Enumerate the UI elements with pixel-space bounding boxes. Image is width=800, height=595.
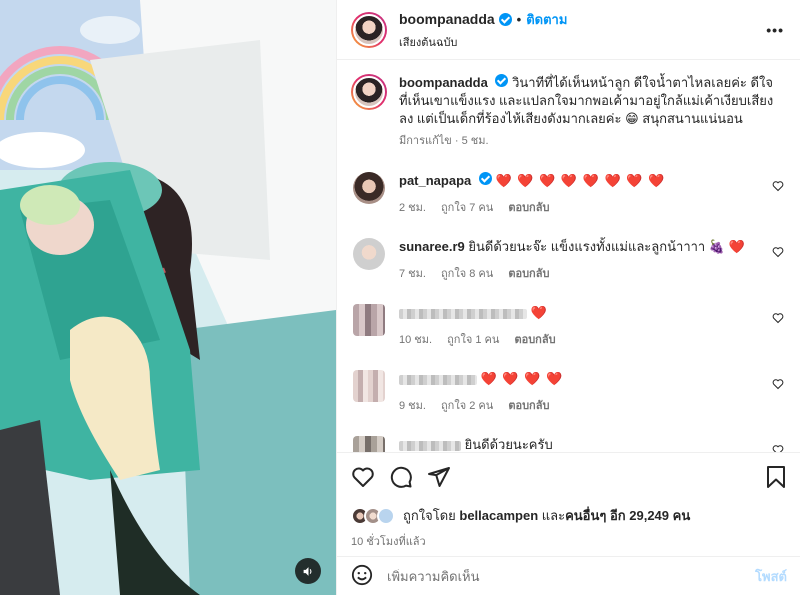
comment-text: ❤️ (530, 305, 548, 320)
avatar[interactable] (353, 304, 385, 336)
comment-likes[interactable]: ถูกใจ 1 คน (447, 334, 499, 346)
liker-username[interactable]: bellacampen (459, 508, 538, 523)
save-button[interactable] (765, 465, 787, 489)
verified-icon (478, 172, 492, 185)
blurred-username (399, 308, 527, 319)
post-header: boompanadda • ติดตาม เสียงต้นฉบับ ••• (337, 0, 800, 60)
avatar[interactable] (353, 370, 385, 402)
likes-others[interactable]: คนอื่นๆ อีก 29,249 คน (565, 505, 690, 526)
author-username[interactable]: boompanadda (399, 11, 495, 27)
avatar[interactable] (351, 74, 387, 110)
comment-item: pat_napapa ❤️ ❤️ ❤️ ❤️ ❤️ ❤️ ❤️ ❤️ 2 ชม.… (351, 172, 786, 216)
comment-like-button[interactable] (772, 444, 784, 452)
avatar[interactable] (353, 172, 385, 204)
reply-button[interactable]: ตอบกลับ (508, 202, 549, 214)
post-side-panel: boompanadda • ติดตาม เสียงต้นฉบับ ••• bo… (336, 0, 800, 595)
comment-like-button[interactable] (772, 180, 784, 195)
liker-avatars (351, 506, 395, 525)
comment-item: ❤️ ❤️ ❤️ ❤️ 9 ชม. ถูกใจ 2 คน ตอบกลับ (351, 370, 786, 414)
comment-text: ยินดีด้วยนะจ๊ะ แข็งแรงทั้งแม่และลูกน้าาา… (468, 239, 726, 254)
likes-prefix: ถูกใจโดย (403, 508, 456, 523)
comment-like-button[interactable] (772, 246, 784, 261)
comment-button[interactable] (389, 465, 413, 489)
likes-summary[interactable]: ถูกใจโดย bellacampen และ คนอื่นๆ อีก 29,2… (351, 505, 787, 526)
reply-button[interactable]: ตอบกลับ (514, 334, 555, 346)
separator-dot: · (454, 135, 459, 147)
caption-username[interactable]: boompanadda (399, 75, 488, 90)
comment-like-button[interactable] (772, 312, 784, 327)
reply-button[interactable]: ตอบกลับ (508, 400, 549, 412)
share-icon (428, 467, 450, 487)
post-comment-button[interactable]: โพสต์ (755, 566, 787, 587)
blurred-username (399, 440, 461, 451)
heart-icon (772, 379, 784, 390)
comment-likes[interactable]: ถูกใจ 7 คน (441, 202, 493, 214)
heart-icon (772, 313, 784, 324)
blurred-username (399, 374, 477, 385)
post-actions: ถูกใจโดย bellacampen และ คนอื่นๆ อีก 29,2… (337, 452, 800, 550)
sound-toggle-button[interactable] (295, 558, 321, 584)
comment-input[interactable] (387, 568, 756, 584)
comment-text: ❤️ ❤️ ❤️ ❤️ ❤️ ❤️ ❤️ ❤️ (495, 173, 666, 188)
heart-icon (772, 247, 784, 258)
verified-icon (498, 12, 512, 26)
bookmark-icon (767, 466, 785, 488)
posted-time[interactable]: 10 ชั่วโมงที่แล้ว (351, 532, 787, 550)
post-caption: boompanadda วินาทีที่ได้เห็นหน้าลูก ดีใจ… (351, 74, 786, 150)
like-button[interactable] (351, 465, 375, 489)
comment-username[interactable]: sunaree.r9 (399, 239, 465, 254)
video-frame (0, 0, 336, 595)
add-comment-bar: โพสต์ (337, 556, 800, 595)
comment-icon (390, 466, 412, 488)
comment-item: ยินดีด้วยนะครับ (351, 436, 786, 452)
avatar[interactable] (351, 11, 387, 48)
comment-time[interactable]: 9 ชม. (399, 400, 426, 412)
more-options-button[interactable]: ••• (766, 22, 784, 38)
comment-text: ❤️ ❤️ ❤️ ❤️ (480, 371, 564, 386)
speaker-icon (303, 566, 311, 576)
reply-button[interactable]: ตอบกลับ (508, 268, 549, 280)
comment-text: ยินดีด้วยนะครับ (464, 437, 553, 452)
separator-dot: • (516, 11, 522, 27)
likes-and: และ (541, 508, 566, 523)
comment-hearts: ❤️ (728, 239, 746, 254)
comment-likes[interactable]: ถูกใจ 8 คน (441, 268, 493, 280)
share-button[interactable] (427, 465, 451, 489)
post-media[interactable] (0, 0, 336, 595)
avatar[interactable] (353, 238, 385, 270)
comments-list[interactable]: boompanadda วินาทีที่ได้เห็นหน้าลูก ดีใจ… (337, 60, 800, 452)
audio-label[interactable]: เสียงต้นฉบับ (399, 33, 567, 51)
comment-item: ❤️ 10 ชม. ถูกใจ 1 คน ตอบกลับ (351, 304, 786, 348)
comment-time[interactable]: 7 ชม. (399, 268, 426, 280)
comment-time[interactable]: 10 ชม. (399, 334, 432, 346)
comment-time[interactable]: 2 ชม. (399, 202, 426, 214)
heart-icon (352, 467, 374, 487)
comment-like-button[interactable] (772, 378, 784, 393)
avatar[interactable] (353, 436, 385, 452)
caption-time[interactable]: 5 ชม. (462, 135, 489, 147)
heart-icon (772, 445, 784, 452)
emoji-button[interactable] (351, 564, 373, 589)
comment-item: sunaree.r9 ยินดีด้วยนะจ๊ะ แข็งแรงทั้งแม่… (351, 238, 786, 282)
comment-likes[interactable]: ถูกใจ 2 คน (441, 400, 493, 412)
verified-icon (495, 74, 509, 87)
follow-button[interactable]: ติดตาม (526, 9, 567, 30)
edited-label: มีการแก้ไข (399, 135, 452, 147)
heart-icon (772, 181, 784, 192)
emoji-icon (351, 564, 373, 585)
comment-username[interactable]: pat_napapa (399, 173, 471, 188)
